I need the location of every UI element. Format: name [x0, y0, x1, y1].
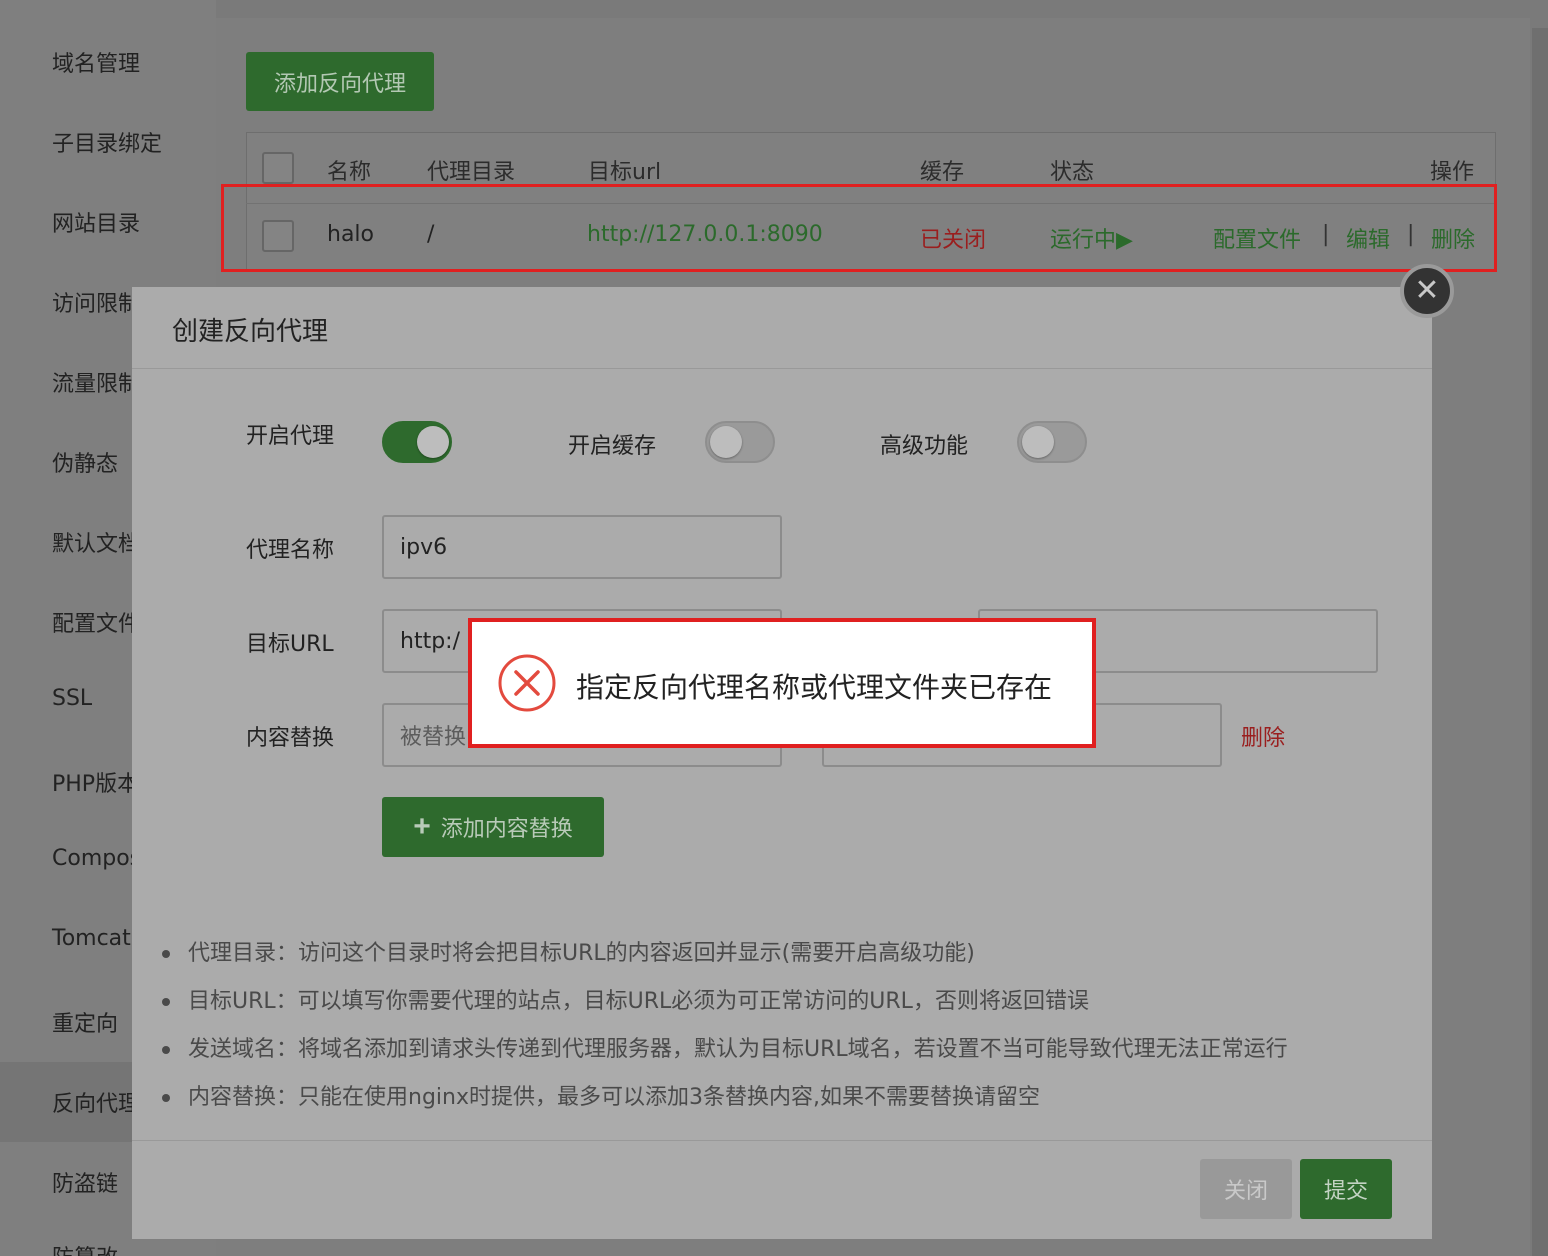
add-content-replace-button[interactable]: + 添加内容替换: [382, 797, 604, 857]
sidebar-item-ssl[interactable]: SSL: [52, 686, 92, 711]
header-name: 名称: [327, 160, 372, 185]
note-text: 内容替换：只能在使用nginx时提供，最多可以添加3条替换内容,如果不需要替换请…: [188, 1085, 1040, 1110]
sidebar-item-default-doc[interactable]: 默认文档: [52, 526, 140, 558]
header-proxy-dir: 代理目录: [427, 160, 516, 185]
add-reverse-proxy-button[interactable]: 添加反向代理: [246, 52, 434, 111]
toggle-knob: [710, 426, 742, 458]
content-replace-label: 内容替换: [246, 726, 335, 751]
advanced-toggle[interactable]: [1017, 421, 1087, 463]
sidebar-item-tamper[interactable]: 防篡改: [52, 1240, 118, 1256]
dialog-title: 创建反向代理: [172, 317, 329, 347]
enable-cache-label: 开启缓存: [568, 434, 657, 459]
note-item: 发送域名：将域名添加到请求头传递到代理服务器，默认为目标URL域名，若设置不当可…: [162, 1031, 1288, 1063]
sidebar-item-domain[interactable]: 域名管理: [52, 46, 140, 78]
sidebar-item-config[interactable]: 配置文件: [52, 606, 140, 638]
note-text: 目标URL：可以填写你需要代理的站点，目标URL必须为可正常访问的URL，否则将…: [188, 989, 1089, 1014]
bullet-icon: [162, 1046, 170, 1054]
sidebar-item-rewrite[interactable]: 伪静态: [52, 446, 118, 478]
enable-cache-toggle[interactable]: [705, 421, 775, 463]
scrollbar[interactable]: [1532, 28, 1548, 1256]
enable-proxy-label: 开启代理: [246, 424, 335, 449]
sidebar-item-reverse-proxy[interactable]: 反向代理: [52, 1086, 140, 1118]
dialog-header: 创建反向代理: [132, 287, 1432, 369]
note-text: 发送域名：将域名添加到请求头传递到代理服务器，默认为目标URL域名，若设置不当可…: [188, 1037, 1288, 1062]
close-button[interactable]: 关闭: [1200, 1159, 1292, 1219]
target-url-label: 目标URL: [246, 632, 334, 657]
select-all-checkbox[interactable]: [262, 152, 294, 184]
bullet-icon: [162, 998, 170, 1006]
error-toast: 指定反向代理名称或代理文件夹已存在: [468, 618, 1096, 748]
note-item: 内容替换：只能在使用nginx时提供，最多可以添加3条替换内容,如果不需要替换请…: [162, 1079, 1040, 1111]
note-item: 目标URL：可以填写你需要代理的站点，目标URL必须为可正常访问的URL，否则将…: [162, 983, 1089, 1015]
sidebar-item-access-limit[interactable]: 访问限制: [52, 286, 140, 318]
header-cache: 缓存: [920, 160, 965, 185]
header-status: 状态: [1050, 160, 1095, 185]
sidebar-item-subdir[interactable]: 子目录绑定: [52, 126, 162, 158]
dialog-footer-divider: [132, 1140, 1432, 1141]
replace-delete-link[interactable]: 删除: [1241, 720, 1285, 752]
sidebar-item-php[interactable]: PHP版本: [52, 766, 139, 798]
note-item: 代理目录：访问这个目录时将会把目标URL的内容返回并显示(需要开启高级功能): [162, 935, 975, 967]
proxy-name-label: 代理名称: [246, 538, 335, 563]
add-content-replace-label: 添加内容替换: [440, 816, 573, 841]
error-circle-icon: [498, 654, 556, 712]
sidebar-item-traffic-limit[interactable]: 流量限制: [52, 366, 140, 398]
sidebar-item-site-dir[interactable]: 网站目录: [52, 206, 140, 238]
close-icon[interactable]: ✕: [1400, 264, 1454, 318]
sidebar-item-redirect[interactable]: 重定向: [52, 1006, 118, 1038]
header-actions: 操作: [1430, 160, 1475, 185]
plus-icon: +: [413, 810, 431, 843]
submit-button[interactable]: 提交: [1300, 1159, 1392, 1219]
note-text: 代理目录：访问这个目录时将会把目标URL的内容返回并显示(需要开启高级功能): [188, 941, 975, 966]
bullet-icon: [162, 950, 170, 958]
error-message: 指定反向代理名称或代理文件夹已存在: [576, 671, 1053, 704]
sidebar-item-tomcat[interactable]: Tomcat: [52, 926, 131, 951]
header-target-url: 目标url: [588, 160, 662, 185]
toggle-knob: [417, 426, 449, 458]
row-highlight-box: [221, 184, 1497, 272]
proxy-name-input[interactable]: ipv6: [382, 515, 782, 579]
toggle-knob: [1022, 426, 1054, 458]
sidebar-item-hotlink[interactable]: 防盗链: [52, 1166, 118, 1198]
enable-proxy-toggle[interactable]: [382, 421, 452, 463]
advanced-label: 高级功能: [880, 434, 969, 459]
bullet-icon: [162, 1094, 170, 1102]
